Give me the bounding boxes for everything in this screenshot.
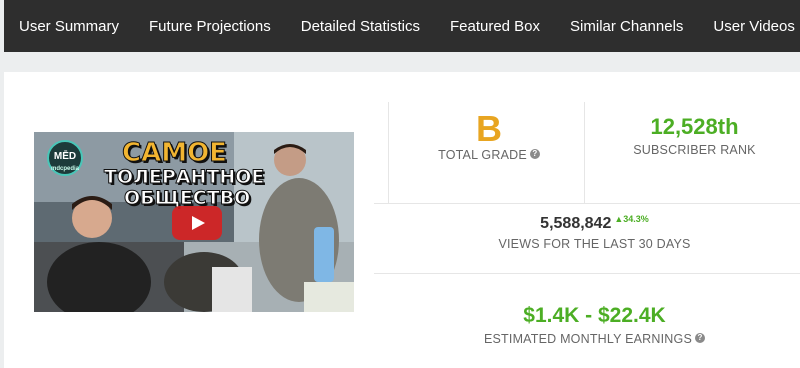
channel-logo: MĒD mdcpedia [47,140,83,176]
nav-detailed-statistics[interactable]: Detailed Statistics [301,18,420,35]
grade-help-icon[interactable]: ? [529,149,540,159]
earnings-help-icon[interactable]: ? [695,333,705,343]
views-change-value: 34.3% [623,214,649,224]
views-row: 5,588,842 ▲34.3% [389,214,800,233]
monthly-earnings-label-row: ESTIMATED MONTHLY EARNINGS? [389,332,800,346]
total-grade-label-row: TOTAL GRADE? [389,148,589,162]
views-label: VIEWS FOR THE LAST 30 DAYS [498,237,691,251]
nav-featured-box[interactable]: Featured Box [450,18,540,35]
top-navigation: User Summary Future Projections Detailed… [4,0,800,52]
nav-future-projections[interactable]: Future Projections [149,18,271,35]
monthly-earnings-value: $1.4K - $22.4K [523,304,666,327]
video-thumbnail[interactable]: MĒD mdcpedia САМОЕ ТОЛЕРАНТНОЕ ОБЩЕСТВО [34,132,354,312]
play-button-icon[interactable] [172,206,222,240]
divider-horizontal-2 [374,273,800,274]
divider-horizontal-1 [374,203,800,204]
nav-user-summary[interactable]: User Summary [19,18,119,35]
monthly-earnings-label: ESTIMATED MONTHLY EARNINGS [483,332,692,346]
summary-card: MĒD mdcpedia САМОЕ ТОЛЕРАНТНОЕ ОБЩЕСТВО … [4,72,800,368]
subscriber-rank-label: SUBSCRIBER RANK [633,143,756,157]
logo-subtext: mdcpedia [50,166,79,172]
subscriber-rank-value: 12,528th [650,114,739,139]
total-grade-label: TOTAL GRADE [438,148,527,162]
nav-similar-channels[interactable]: Similar Channels [570,18,683,35]
nav-user-videos[interactable]: User Videos [713,18,794,35]
up-arrow-icon: ▲ [614,214,624,224]
views-value: 5,588,842 [540,215,612,232]
total-grade-value: B [476,108,502,149]
thumbnail-title-line-2: ТОЛЕРАНТНОЕ [103,166,265,189]
thumbnail-title-line-1: САМОЕ [122,138,228,169]
logo-text: MĒD [53,151,77,162]
views-change-badge: ▲34.3% [614,214,648,224]
